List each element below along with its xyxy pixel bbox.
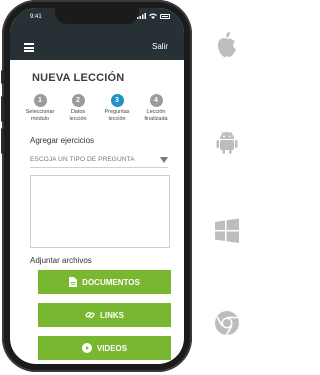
step-1-label-line1: Seleccionar [25, 109, 55, 115]
documents-button-label: DOCUMENTOS [82, 277, 140, 287]
links-button[interactable]: LINKS [38, 303, 171, 327]
document-icon [69, 277, 78, 287]
documents-button[interactable]: DOCUMENTOS [38, 270, 171, 294]
links-button-label: LINKS [100, 310, 124, 320]
step-4[interactable]: 4 Lección finalizada [138, 94, 174, 122]
step-2[interactable]: 2 Datos lección [60, 94, 96, 122]
step-4-number: 4 [149, 94, 163, 107]
wifi-icon [149, 13, 157, 19]
phone-silent-switch [1, 70, 4, 84]
phone-volume-up [1, 96, 4, 122]
step-1-label: Seleccionar módulo [22, 109, 58, 122]
app-screen: 9:41 Salir NUEVA LECCIÓN 1 Seleccionar m… [10, 8, 184, 364]
battery-icon [160, 13, 170, 19]
android-icon [216, 131, 238, 154]
step-1-label-line2: módulo [30, 115, 50, 122]
exercises-label: Agregar ejercicios [30, 136, 95, 145]
phone-volume-down [1, 128, 4, 154]
link-icon [85, 311, 95, 319]
videos-button[interactable]: VIDEOS [38, 336, 171, 360]
step-3-label: Preguntas lección [99, 109, 135, 122]
step-4-label: Lección finalizada [138, 109, 174, 122]
step-3-number: 3 [110, 94, 124, 107]
step-4-label-line2: finalizada [144, 115, 168, 122]
step-2-label-line2: lección [69, 115, 87, 122]
step-progress: 1 Seleccionar módulo 2 Datos lección 3 P… [22, 94, 174, 128]
windows-icon [215, 218, 239, 243]
app-header: 9:41 Salir [10, 8, 184, 60]
status-time: 9:41 [30, 14, 42, 20]
signal-icon [137, 13, 146, 19]
step-1-number: 1 [33, 94, 47, 107]
attachments-label: Adjuntar archivos [30, 256, 92, 265]
phone-notch [55, 8, 139, 24]
hamburger-menu-icon[interactable] [24, 43, 34, 52]
chrome-icon [215, 311, 239, 336]
question-type-select[interactable]: ESCOJA UN TIPO DE PREGUNTA [30, 155, 168, 168]
step-2-label: Datos lección [60, 109, 96, 122]
exercise-textarea[interactable] [30, 175, 170, 248]
videos-button-label: VIDEOS [96, 343, 128, 353]
page-title: NUEVA LECCIÓN [32, 72, 125, 84]
step-3-label-line1: Preguntas [104, 109, 130, 115]
exit-link[interactable]: Salir [152, 42, 168, 51]
play-icon [81, 343, 92, 353]
step-3-label-line2: lección [108, 115, 126, 122]
status-icons [137, 13, 170, 19]
step-3-active[interactable]: 3 Preguntas lección [99, 94, 135, 122]
chevron-down-icon [160, 157, 168, 163]
apple-icon [218, 32, 236, 57]
question-type-value: ESCOJA UN TIPO DE PREGUNTA [30, 156, 135, 163]
step-2-number: 2 [71, 94, 85, 107]
step-1[interactable]: 1 Seleccionar módulo [22, 94, 58, 122]
phone-mockup: 9:41 Salir NUEVA LECCIÓN 1 Seleccionar m… [1, 0, 192, 372]
